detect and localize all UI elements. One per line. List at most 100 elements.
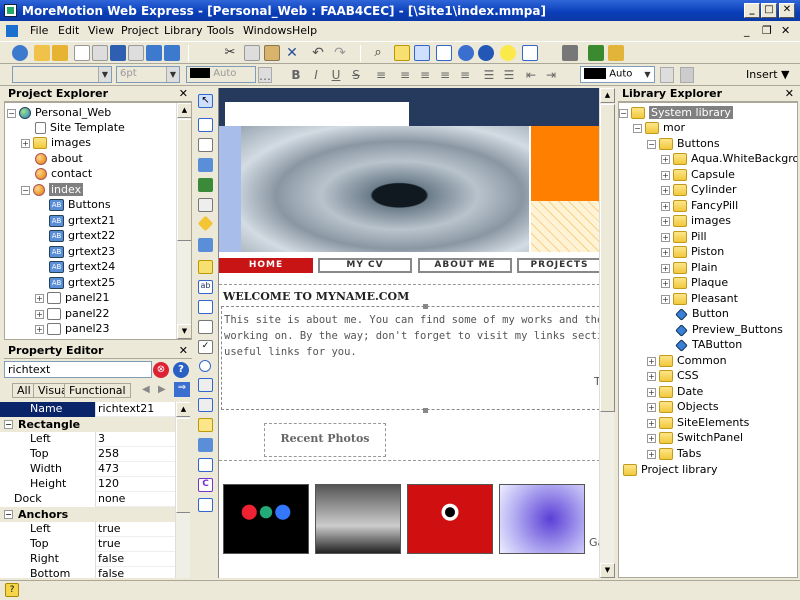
- bold-button[interactable]: B: [287, 67, 305, 83]
- save-all-icon[interactable]: [146, 45, 162, 61]
- text-tool[interactable]: [198, 138, 213, 152]
- textarea-tool[interactable]: [198, 300, 213, 314]
- menu-tools[interactable]: Tools: [207, 24, 234, 37]
- lib-item-siteelements[interactable]: + SiteElements: [647, 415, 749, 430]
- italic-button[interactable]: I: [307, 67, 325, 83]
- label-tool[interactable]: [198, 260, 213, 274]
- tree-item-panel21[interactable]: + panel21: [35, 290, 110, 305]
- prop-row-name[interactable]: Name richtext21: [0, 402, 175, 417]
- resize-handle[interactable]: [423, 408, 428, 413]
- next-arrow-icon[interactable]: ▶: [158, 384, 166, 395]
- lib-item-pill[interactable]: + Pill: [661, 229, 707, 244]
- tab-functional[interactable]: Functional: [64, 383, 131, 398]
- clear-icon[interactable]: ⊗: [153, 362, 169, 378]
- lib-item-objects[interactable]: + Objects: [647, 399, 719, 414]
- undo-icon[interactable]: ↶: [310, 45, 326, 61]
- bullets-button[interactable]: ☰: [480, 67, 498, 83]
- shape-tool[interactable]: [197, 215, 214, 232]
- color-picker-button[interactable]: …: [258, 67, 272, 83]
- eye-banner-image[interactable]: [241, 126, 529, 252]
- indent-button[interactable]: ⇥: [542, 67, 560, 83]
- table-tool[interactable]: [198, 198, 213, 212]
- scroll-down-arrow[interactable]: ▼: [177, 324, 191, 339]
- lib-item-system-library[interactable]: − System library: [619, 105, 733, 120]
- list-button[interactable]: ≡: [372, 67, 390, 83]
- open-folder-icon[interactable]: [34, 45, 50, 61]
- prop-row-left[interactable]: Left 3: [0, 432, 175, 447]
- font-family-select[interactable]: ▼: [12, 66, 112, 83]
- prop-row-anchor-top[interactable]: Top true: [0, 537, 175, 552]
- project-tree-scrollbar[interactable]: ▲ ▼: [176, 103, 191, 339]
- preview-icon[interactable]: [458, 45, 474, 61]
- image-tool[interactable]: [198, 178, 213, 192]
- doc-minimize-button[interactable]: _: [744, 24, 750, 37]
- list-tool[interactable]: [198, 398, 213, 412]
- strike-button[interactable]: S: [347, 67, 365, 83]
- lib-item-cylinder[interactable]: + Cylinder: [661, 182, 737, 197]
- prop-row-dock[interactable]: Dock none: [0, 492, 175, 507]
- lib-item-common[interactable]: + Common: [647, 353, 727, 368]
- richtext-selection[interactable]: This site is about me. You can find some…: [221, 306, 599, 410]
- tree-item-site-template[interactable]: Site Template: [35, 120, 125, 135]
- tree-item-panel23[interactable]: + panel23: [35, 321, 110, 336]
- scroll-up-arrow[interactable]: ▲: [600, 88, 615, 103]
- lib-item-mor[interactable]: − mor: [633, 120, 685, 135]
- tree-item-images[interactable]: + images: [21, 135, 91, 150]
- nav-projects-button[interactable]: PROJECTS: [517, 258, 599, 273]
- prev-arrow-icon[interactable]: ◀: [142, 384, 150, 395]
- open-icon[interactable]: [52, 45, 68, 61]
- close-icon[interactable]: ✕: [179, 343, 188, 359]
- file-tool[interactable]: [198, 418, 213, 432]
- info-icon[interactable]: [478, 45, 494, 61]
- lib-item-plain[interactable]: + Plain: [661, 260, 717, 275]
- photo-thumbnail-4[interactable]: [499, 484, 585, 554]
- lib-item-button[interactable]: Button: [675, 306, 729, 321]
- globe-icon[interactable]: [12, 45, 28, 61]
- lib-item-project-library[interactable]: Project library: [623, 462, 718, 477]
- lib-item-piston[interactable]: + Piston: [661, 244, 724, 259]
- clear-color-button[interactable]: [680, 67, 694, 83]
- grid-icon[interactable]: [436, 45, 452, 61]
- lib-item-date[interactable]: + Date: [647, 384, 703, 399]
- align-center-button[interactable]: ≡: [416, 67, 434, 83]
- prop-row-width[interactable]: Width 473: [0, 462, 175, 477]
- lib-item-fancypill[interactable]: + FancyPill: [661, 198, 738, 213]
- scroll-up-arrow[interactable]: ▲: [176, 402, 190, 417]
- design-canvas[interactable]: HOME MY CV ABOUT ME PROJECTS WELCOME TO …: [218, 88, 599, 578]
- button-tool[interactable]: [198, 320, 213, 334]
- doc-restore-button[interactable]: ❐: [762, 24, 772, 37]
- tree-item-grtext22[interactable]: AB grtext22: [49, 228, 115, 243]
- help-bubble-icon[interactable]: ?: [5, 583, 19, 597]
- design-view-icon[interactable]: [394, 45, 410, 61]
- resize-handle[interactable]: [423, 304, 428, 309]
- apply-icon[interactable]: ⇒: [174, 382, 190, 397]
- link-tool[interactable]: [198, 438, 213, 452]
- lib-item-preview-buttons[interactable]: Preview_Buttons: [675, 322, 783, 337]
- nav-about-button[interactable]: ABOUT ME: [418, 258, 512, 273]
- form-tool[interactable]: [198, 158, 213, 172]
- lib-item-pleasant[interactable]: + Pleasant: [661, 291, 738, 306]
- lib-item-buttons[interactable]: − Buttons: [647, 136, 720, 151]
- lib-item-capsule[interactable]: + Capsule: [661, 167, 735, 182]
- select-tool[interactable]: [198, 378, 213, 392]
- delete-icon[interactable]: ✕: [284, 45, 300, 61]
- copy-icon[interactable]: [244, 45, 260, 61]
- checkbox-tool[interactable]: ✓: [198, 340, 213, 354]
- logo-placeholder[interactable]: [225, 102, 409, 126]
- scroll-thumb[interactable]: [177, 119, 191, 241]
- tree-item-personal-web[interactable]: − Personal_Web: [7, 105, 111, 120]
- grtext-tool[interactable]: [198, 238, 213, 252]
- radio-tool[interactable]: [199, 360, 211, 372]
- hint-icon[interactable]: [500, 45, 516, 61]
- package-icon[interactable]: [608, 45, 624, 61]
- menu-view[interactable]: View: [88, 24, 114, 37]
- property-grid-scrollbar[interactable]: ▲: [175, 402, 190, 578]
- prop-row-anchor-right[interactable]: Right false: [0, 552, 175, 567]
- menu-help[interactable]: Help: [292, 24, 317, 37]
- new-page-icon[interactable]: [74, 45, 90, 61]
- object-selector[interactable]: richtext: [4, 361, 152, 378]
- numbering-button[interactable]: ☰: [500, 67, 518, 83]
- doc-icon[interactable]: [6, 25, 18, 37]
- back-color-picker-button[interactable]: [660, 67, 674, 83]
- menu-file[interactable]: File: [30, 24, 48, 37]
